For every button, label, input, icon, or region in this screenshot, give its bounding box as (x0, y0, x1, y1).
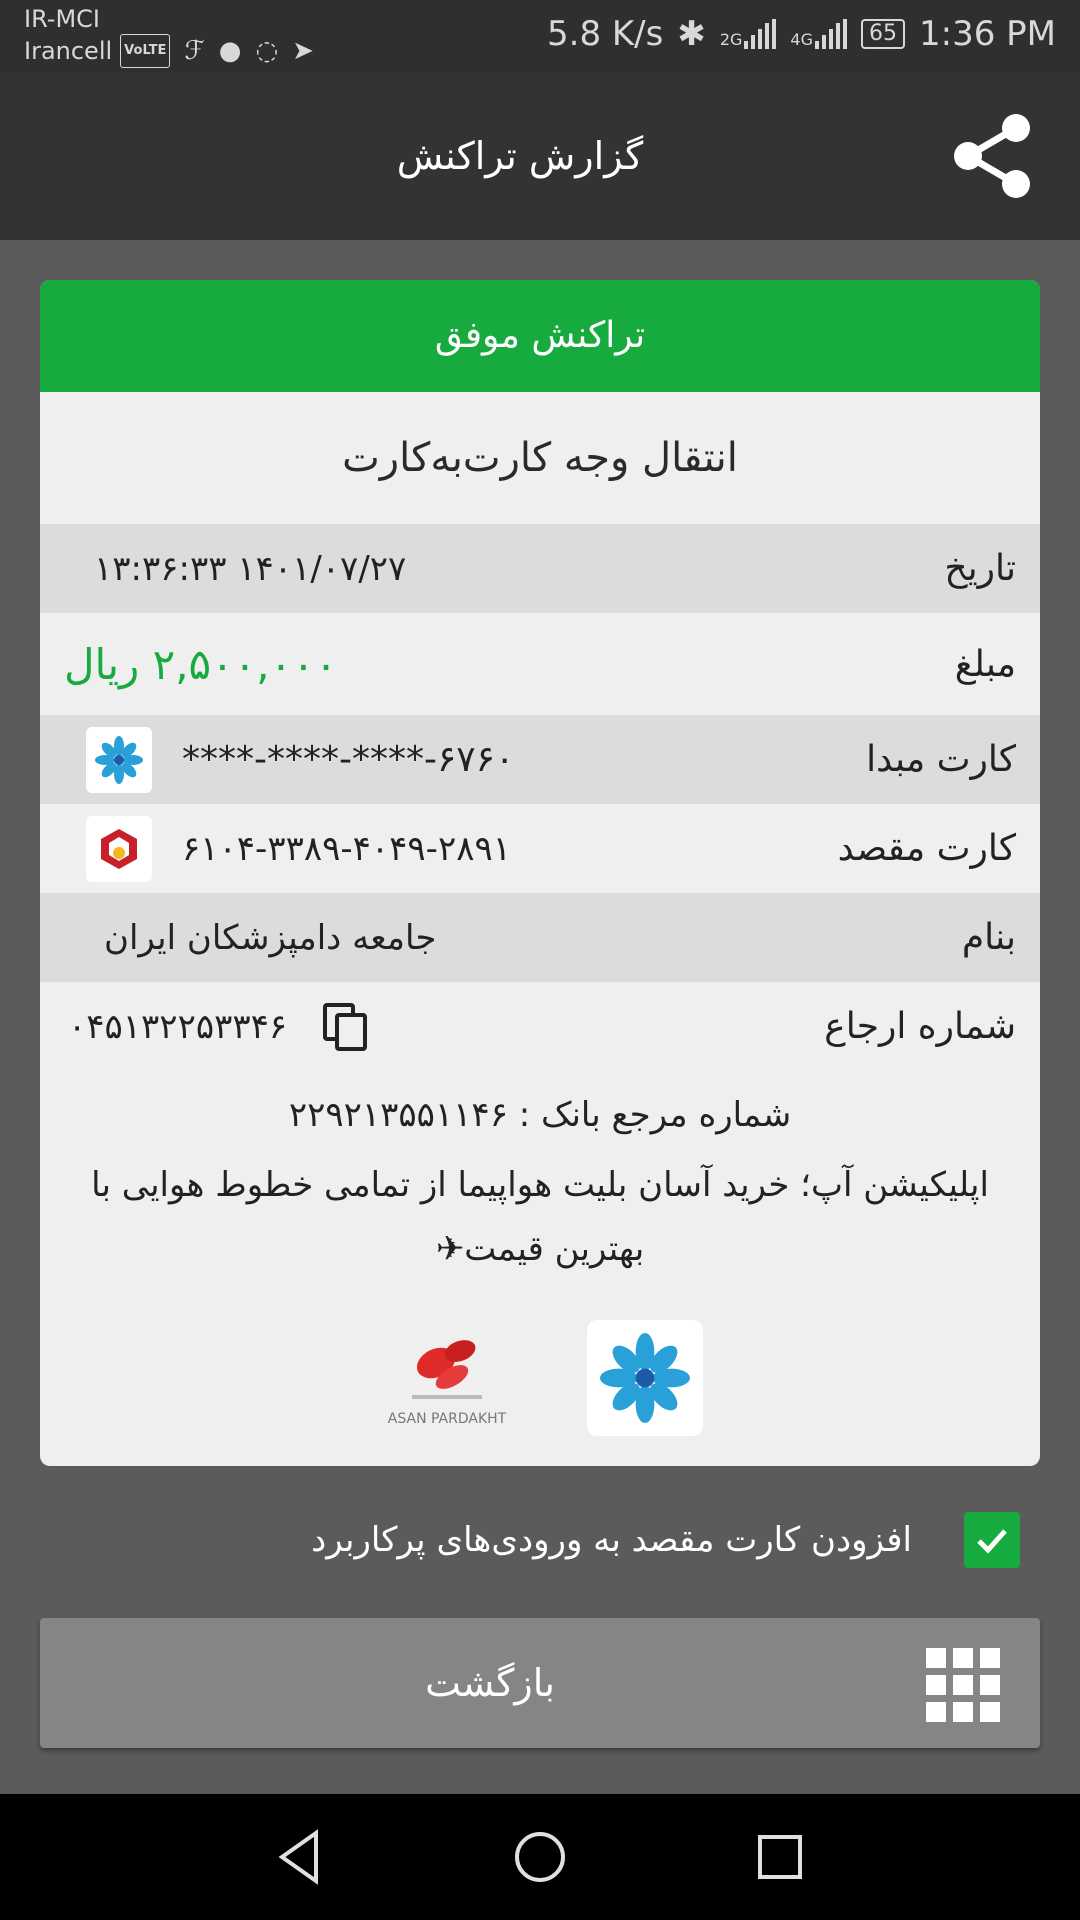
date-row: ۱۴۰۱/۰۷/۲۷ ۱۳:۳۶:۳۳ تاریخ (40, 524, 1040, 613)
amount-row: ۲,۵۰۰,۰۰۰ ریال مبلغ (40, 613, 1040, 715)
telegram-icon: ➤ (292, 36, 314, 66)
clock: 1:36 PM (919, 14, 1056, 54)
copy-icon[interactable] (321, 1001, 373, 1053)
date-value: ۱۴۰۱/۰۷/۲۷ ۱۳:۳۶:۳۳ (94, 548, 407, 589)
reference-row: ۰۴۵۱۳۲۲۵۳۳۴۶ شماره ارجاع (40, 982, 1040, 1071)
sep-bank-icon (86, 726, 152, 793)
carrier-info: IR-MCI Irancell VoLTE ℱ ● ◌ ➤ (24, 4, 314, 68)
status-right: 5.8 K/s ✱ 2G 4G 65 1:36 PM (547, 14, 1056, 54)
name-label: بنام (961, 917, 1016, 958)
asan-pardakht-logo: ASAN PARDAKHT (377, 1329, 517, 1427)
reference-number: ۰۴۵۱۳۲۲۵۳۳۴۶ (68, 1006, 288, 1047)
nav-back-icon[interactable] (268, 1825, 332, 1889)
signal-bars-icon (815, 19, 847, 49)
transaction-type: انتقال وجه کارت‌به‌کارت (342, 435, 738, 481)
share-icon[interactable] (944, 108, 1040, 204)
partner-logos: ASAN PARDAKHT (40, 1320, 1040, 1436)
save-destination-label: افزودن کارت مقصد به ورودی‌های پرکاربرد (311, 1520, 912, 1560)
status-bar: IR-MCI Irancell VoLTE ℱ ● ◌ ➤ 5.8 K/s ✱ … (0, 0, 1080, 72)
battery-icon: 65 (861, 19, 905, 49)
dest-card-number: ۶۱۰۴-۳۳۸۹-۴۰۴۹-۲۸۹۱ (182, 828, 511, 869)
dest-card-row: ۶۱۰۴-۳۳۸۹-۴۰۴۹-۲۸۹۱ کارت مقصد (40, 804, 1040, 893)
name-row: جامعه دامپزشکان ایران بنام (40, 893, 1040, 982)
net-speed: 5.8 K/s (547, 14, 664, 54)
date-label: تاریخ (944, 548, 1016, 589)
message-icon: ● (218, 36, 242, 66)
amount-label: مبلغ (954, 643, 1016, 685)
bluetooth-icon: ✱ (677, 14, 706, 54)
promo-text: اپلیکیشن آپ؛ خرید آسان بلیت هواپیما از ت… (91, 1165, 989, 1269)
source-card-row: ****-****-****-۶۷۶۰ کارت مبدا (40, 715, 1040, 804)
amount-value: ۲,۵۰۰,۰۰۰ ریال (64, 639, 338, 689)
checkmark-icon (977, 1529, 1007, 1554)
melli-bank-icon (86, 815, 152, 882)
back-button[interactable]: بازگشت (40, 1618, 1040, 1748)
fc-icon: ℱ (184, 36, 205, 66)
bank-reference: شماره مرجع بانک : ۲۲۹۲۱۳۵۵۱۱۴۶ (288, 1095, 792, 1135)
signal-bars-icon (744, 19, 777, 49)
dest-card-label: کارت مقصد (837, 828, 1016, 869)
reference-label: شماره ارجاع (824, 1006, 1016, 1047)
app-bar: گزارش تراکنش (0, 72, 1080, 240)
system-nav-bar (0, 1794, 1080, 1920)
source-card-label: کارت مبدا (866, 739, 1016, 780)
page-title: گزارش تراکنش (396, 134, 644, 178)
back-button-label: بازگشت (425, 1661, 555, 1705)
carrier-bottom: Irancell (24, 37, 113, 65)
asan-logo-text: ASAN PARDAKHT (387, 1411, 507, 1427)
carrier-top: IR-MCI (24, 5, 100, 33)
volte-badge: VoLTE (120, 34, 171, 68)
receipt-card: تراکنش موفق انتقال وجه کارت‌به‌کارت ۱۴۰۱… (40, 280, 1040, 1466)
status-header: تراکنش موفق (40, 280, 1040, 392)
nav-recents-icon[interactable] (748, 1825, 812, 1889)
nav-home-icon[interactable] (508, 1825, 572, 1889)
signal-4g: 4G (790, 19, 847, 49)
whatsapp-icon: ◌ (255, 36, 279, 66)
sep-logo (587, 1320, 703, 1436)
signal-2g: 2G (720, 19, 777, 49)
recipient-name: جامعه دامپزشکان ایران (104, 917, 437, 958)
save-destination-option[interactable]: افزودن کارت مقصد به ورودی‌های پرکاربرد (40, 1500, 1040, 1580)
source-card-number: ****-****-****-۶۷۶۰ (182, 739, 515, 780)
grid-menu-icon (926, 1648, 1000, 1722)
save-destination-checkbox[interactable] (964, 1512, 1020, 1568)
